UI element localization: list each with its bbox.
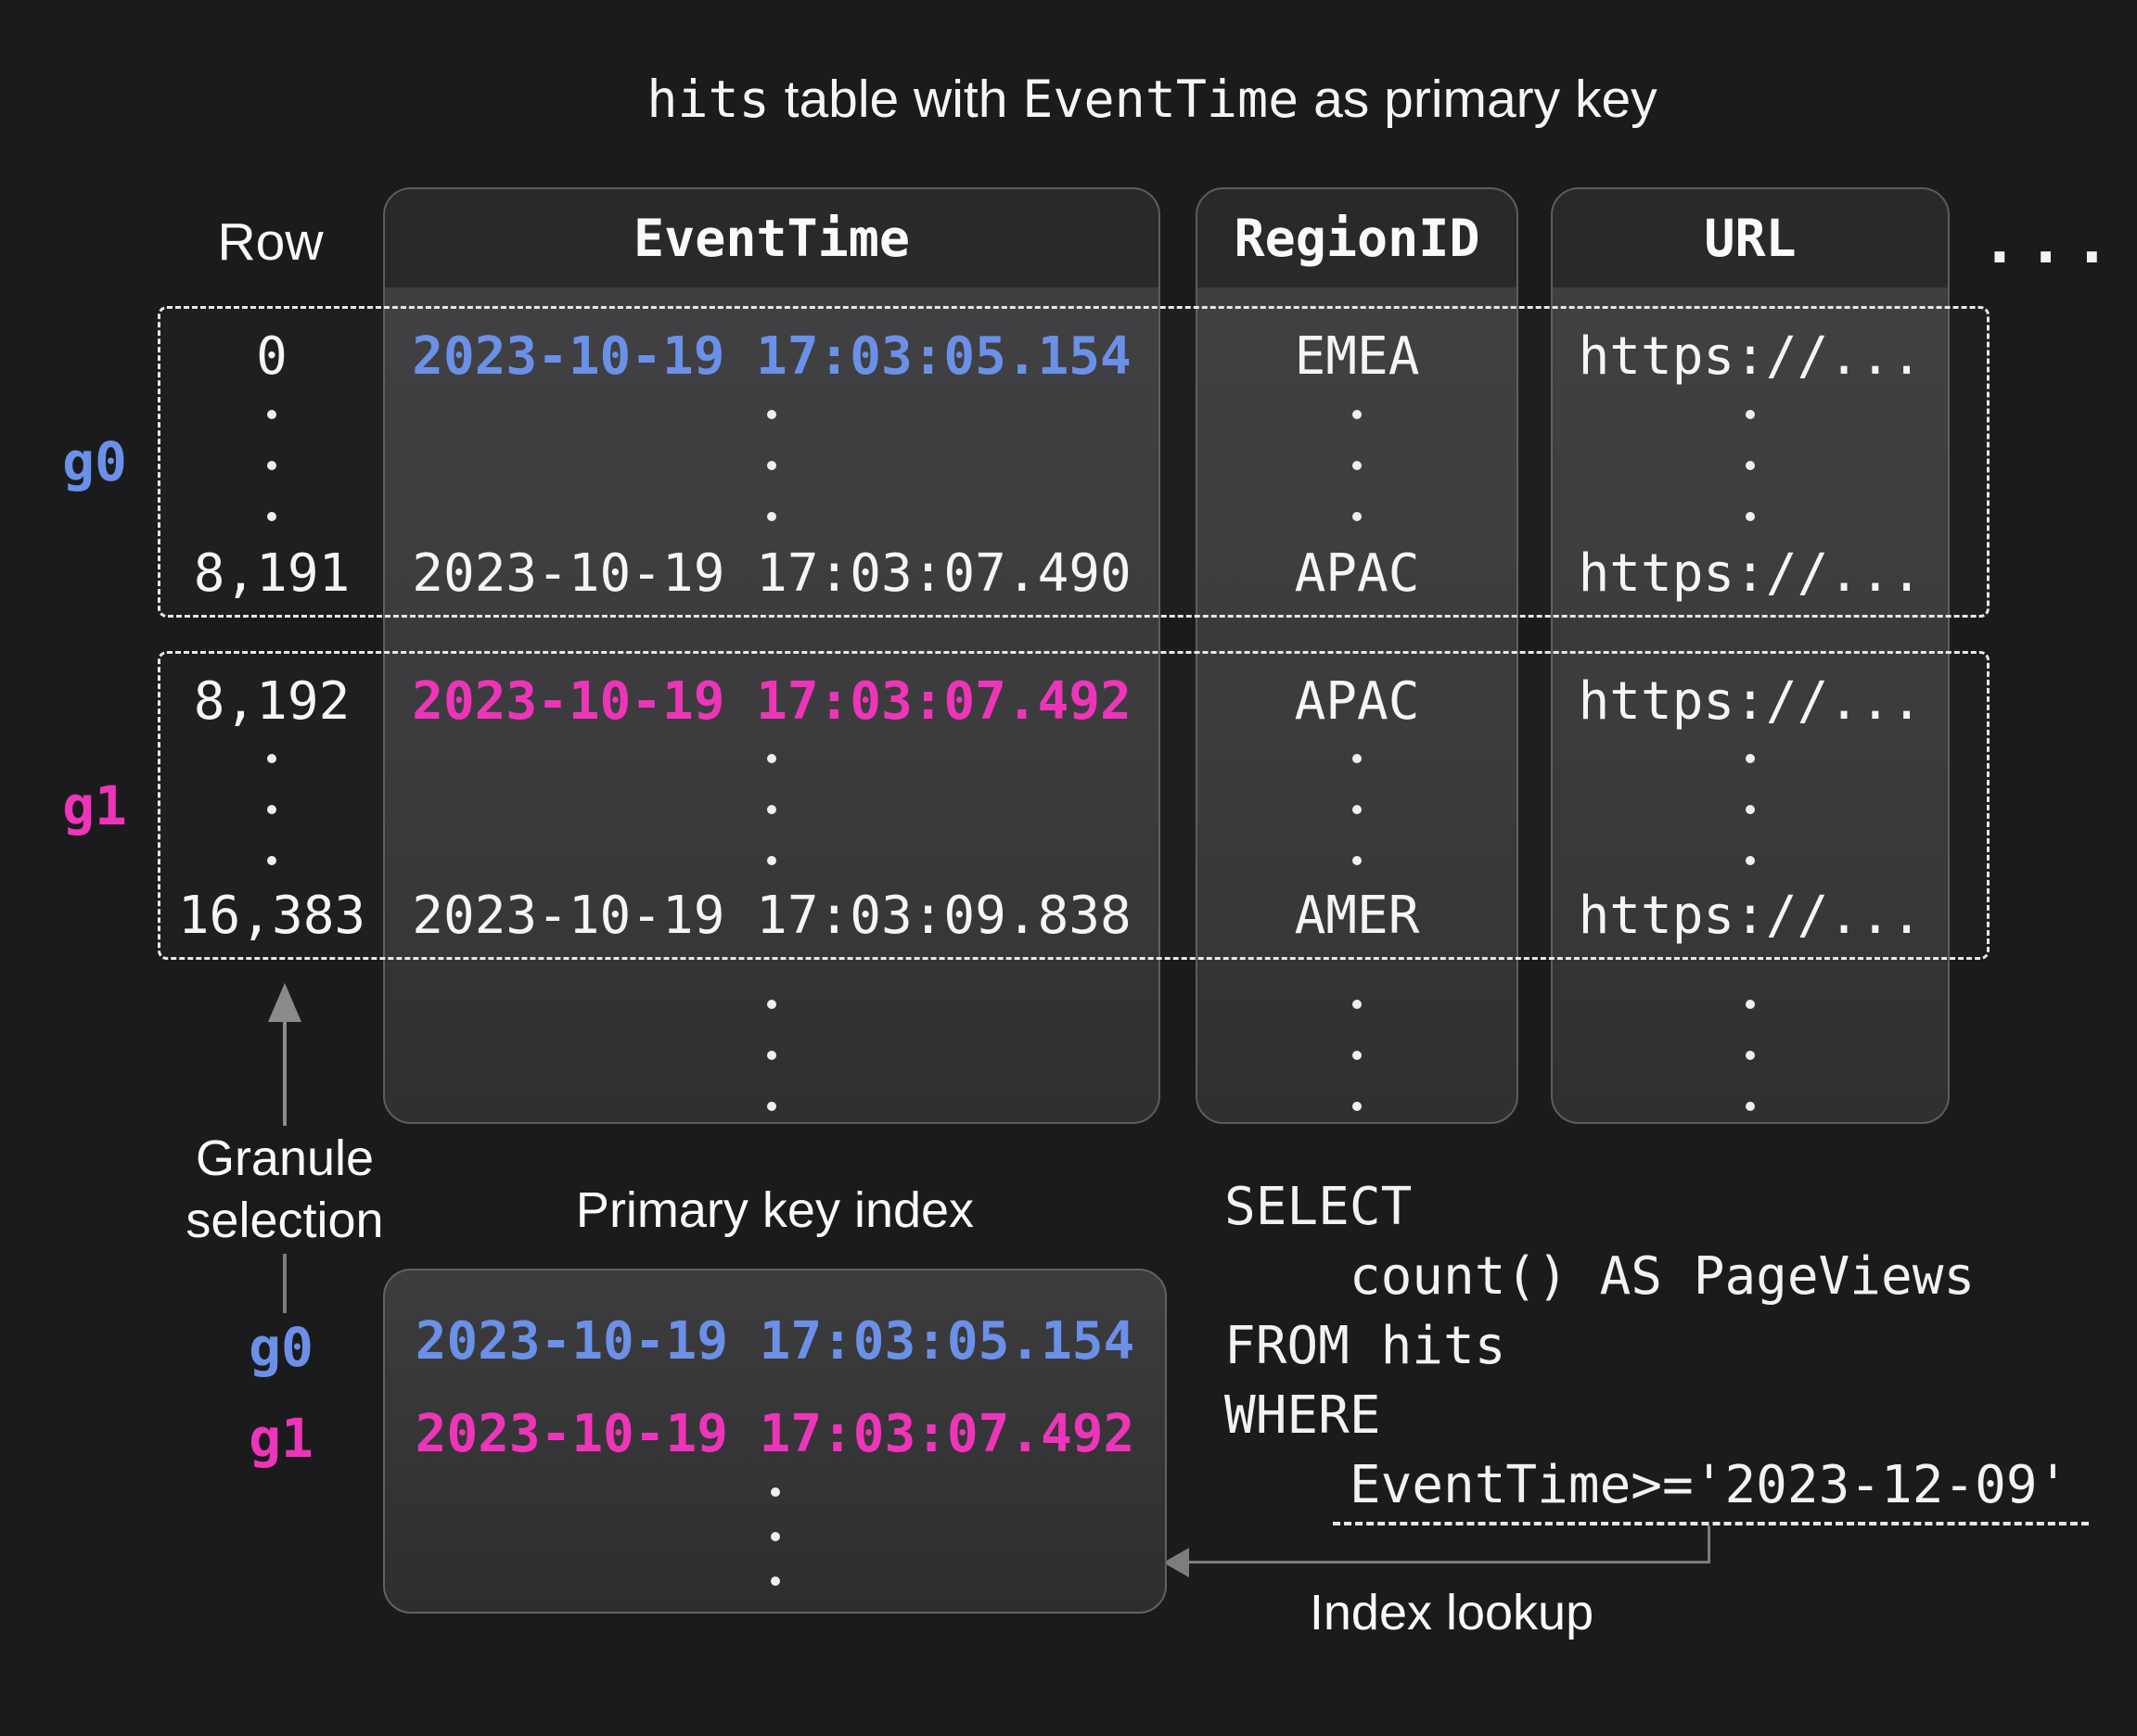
vertical-ellipsis — [767, 754, 776, 865]
g0-last-eventtime: 2023-10-19 17:03:07.490 — [412, 548, 1131, 600]
index-lookup-arrow-horizontal — [1182, 1561, 1710, 1564]
title-eventtime-code: EventTime — [1022, 70, 1299, 129]
g0-last-regionid: APAC — [1295, 548, 1420, 600]
diagram-stage: hits table with EventTime as primary key… — [0, 0, 2137, 1736]
column-header-row: Row — [158, 211, 383, 273]
vertical-ellipsis — [771, 1487, 780, 1586]
primary-key-index-box: 2023-10-19 17:03:05.154 2023-10-19 17:03… — [383, 1269, 1167, 1614]
vertical-ellipsis — [1352, 410, 1362, 521]
g0-first-row-number: 0 — [256, 331, 288, 383]
g0-regionid-cell: EMEA APAC — [1196, 309, 1518, 615]
g0-url-cell: https://... https://... — [1551, 309, 1950, 615]
left-arrow-icon — [1163, 1548, 1189, 1577]
granule-g1-label: g1 — [48, 651, 141, 960]
vertical-ellipsis — [1746, 410, 1755, 521]
g0-last-row-number: 8,191 — [194, 548, 351, 600]
g1-first-url: https://... — [1579, 676, 1923, 728]
page-title: hits table with EventTime as primary key — [0, 69, 2137, 130]
g1-row-cell: 8,192 16,383 — [160, 654, 383, 957]
index-lookup-label: Index lookup — [1234, 1584, 1670, 1641]
predicate-dashed-underline — [1333, 1522, 2089, 1525]
g1-url-cell: https://... https://... — [1551, 654, 1950, 957]
granule-g0-label: g0 — [48, 306, 141, 618]
vertical-ellipsis — [1746, 1000, 1755, 1111]
g0-eventtime-cell: 2023-10-19 17:03:05.154 2023-10-19 17:03… — [383, 309, 1160, 615]
g1-first-row-number: 8,192 — [194, 676, 351, 728]
more-columns-ellipsis: ... — [1981, 206, 2120, 277]
primary-key-index-title: Primary key index — [383, 1181, 1167, 1239]
index-entry-g0-value: 2023-10-19 17:03:05.154 — [385, 1313, 1165, 1371]
g1-first-eventtime: 2023-10-19 17:03:07.492 — [412, 676, 1131, 728]
vertical-ellipsis — [767, 1000, 776, 1111]
up-arrow-icon — [268, 983, 301, 1022]
granule-g0-box: 0 8,191 2023-10-19 17:03:05.154 2023-10-… — [158, 306, 1990, 618]
vertical-ellipsis — [267, 410, 276, 521]
g1-first-regionid: APAC — [1295, 676, 1420, 728]
granule-g1-box: 8,192 16,383 2023-10-19 17:03:07.492 202… — [158, 651, 1990, 960]
vertical-ellipsis — [1352, 1000, 1362, 1111]
vertical-ellipsis — [267, 754, 276, 865]
sql-query: SELECT count() AS PageViews FROM hits WH… — [1224, 1172, 2068, 1520]
selection-connector-line — [283, 1254, 287, 1313]
g1-last-regionid: AMER — [1295, 890, 1420, 942]
g1-eventtime-cell: 2023-10-19 17:03:07.492 2023-10-19 17:03… — [383, 654, 1160, 957]
title-text-1: table with — [770, 70, 1022, 129]
g1-last-eventtime: 2023-10-19 17:03:09.838 — [412, 890, 1131, 942]
g1-regionid-cell: APAC AMER — [1196, 654, 1518, 957]
index-entry-g1-label: g1 — [221, 1411, 341, 1465]
title-text-2: as primary key — [1299, 70, 1657, 129]
g0-row-cell: 0 8,191 — [160, 309, 383, 615]
vertical-ellipsis — [1352, 754, 1362, 865]
g0-first-regionid: EMEA — [1295, 331, 1420, 383]
index-entry-g1-value: 2023-10-19 17:03:07.492 — [385, 1406, 1165, 1463]
g0-last-url: https://... — [1579, 548, 1923, 600]
index-lookup-arrow-vertical — [1708, 1525, 1710, 1563]
g1-last-url: https://... — [1579, 890, 1923, 942]
g0-first-eventtime: 2023-10-19 17:03:05.154 — [412, 331, 1131, 383]
up-arrow-shaft — [283, 1020, 287, 1126]
title-hits-code: hits — [646, 70, 769, 129]
column-header-eventtime: EventTime — [385, 189, 1158, 287]
g0-first-url: https://... — [1579, 331, 1923, 383]
vertical-ellipsis — [1746, 754, 1755, 865]
column-header-url: URL — [1553, 189, 1948, 287]
granule-selection-label: Granule selection — [146, 1128, 424, 1252]
vertical-ellipsis — [767, 410, 776, 521]
column-header-regionid: RegionID — [1197, 189, 1516, 287]
index-entry-g0-label: g0 — [221, 1321, 341, 1374]
g1-last-row-number: 16,383 — [178, 890, 365, 942]
